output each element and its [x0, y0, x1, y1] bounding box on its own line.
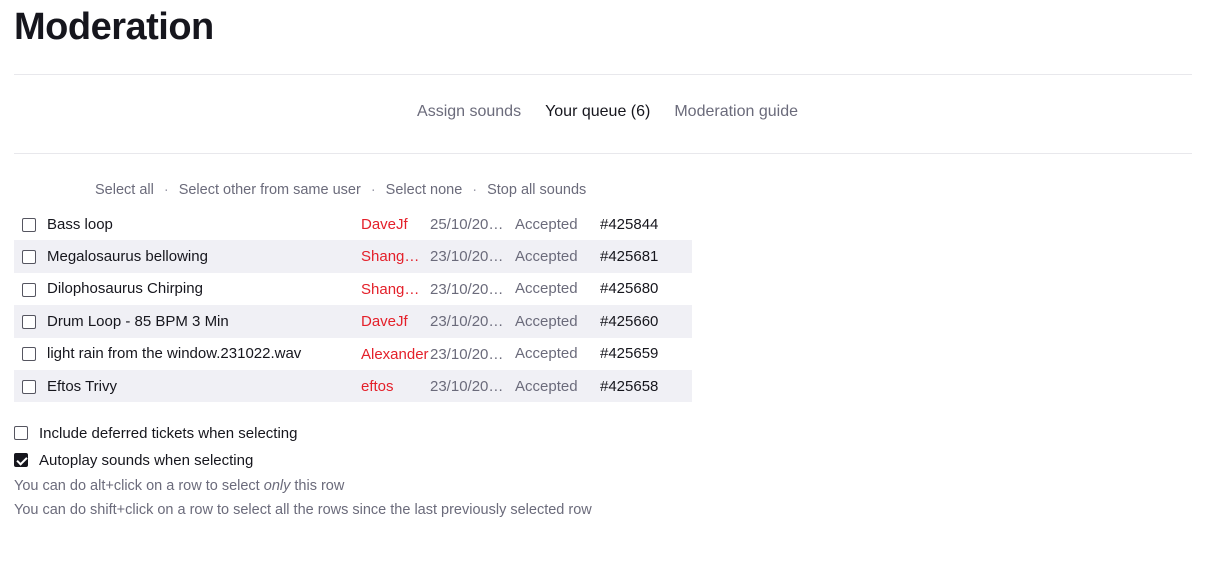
row-checkbox[interactable] — [22, 250, 36, 265]
sound-name: Eftos Trivy — [47, 377, 118, 395]
tab-your-queue[interactable]: Your queue (6) — [533, 103, 662, 121]
ticket-id-link[interactable]: #425659 — [600, 338, 692, 370]
include-deferred-option[interactable]: Include deferred tickets when selecting — [14, 423, 297, 443]
sound-name: Dilophosaurus Chirping — [47, 280, 203, 298]
usage-hints: You can do alt+click on a row to select … — [14, 477, 592, 525]
tabs-divider — [14, 153, 1192, 154]
sound-name: Drum Loop - 85 BPM 3 Min — [47, 312, 229, 330]
ticket-id-link[interactable]: #425658 — [600, 370, 692, 402]
ticket-id-link[interactable]: #425844 — [600, 208, 692, 240]
ticket-date: 23/10/2023 — [430, 280, 504, 298]
sound-name: Megalosaurus bellowing — [47, 248, 208, 266]
row-checkbox[interactable] — [22, 282, 36, 297]
ticket-id-link[interactable]: #425680 — [600, 273, 692, 305]
alt-click-hint: You can do alt+click on a row to select … — [14, 477, 592, 501]
table-row[interactable]: Drum Loop - 85 BPM 3 Min DaveJf 23/10/20… — [14, 305, 692, 338]
ticket-date: 25/10/2023 — [430, 215, 504, 233]
top-divider — [14, 74, 1192, 75]
ticket-status: Accepted — [515, 248, 578, 266]
username-link[interactable]: ShangAnh — [361, 248, 429, 265]
select-none-link[interactable]: Select none — [386, 182, 463, 198]
table-row[interactable]: light rain from the window.231022.wav Al… — [14, 338, 692, 370]
row-checkbox[interactable] — [22, 314, 36, 329]
tab-moderation-guide[interactable]: Moderation guide — [662, 103, 810, 121]
ticket-status: Accepted — [515, 345, 578, 363]
autoplay-label: Autoplay sounds when selecting — [39, 451, 254, 469]
username-link[interactable]: Alexander — [361, 346, 429, 363]
table-row[interactable]: Megalosaurus bellowing ShangAnh 23/10/20… — [14, 240, 692, 273]
ticket-date: 23/10/2023 — [430, 345, 504, 363]
include-deferred-checkbox[interactable] — [14, 426, 28, 440]
shift-click-hint: You can do shift+click on a row to selec… — [14, 502, 592, 518]
username-link[interactable]: eftos — [361, 378, 394, 395]
page-title: Moderation — [14, 6, 214, 48]
row-checkbox[interactable] — [22, 347, 36, 362]
stop-all-sounds-link[interactable]: Stop all sounds — [487, 182, 586, 198]
row-checkbox[interactable] — [22, 217, 36, 232]
ticket-date: 23/10/2023 — [430, 248, 504, 266]
autoplay-option[interactable]: Autoplay sounds when selecting — [14, 450, 297, 470]
username-link[interactable]: DaveJf — [361, 216, 408, 233]
separator: · — [472, 182, 478, 198]
alt-hint-prefix: You can do alt+click on a row to select — [14, 478, 264, 494]
selection-actions: Select all · Select other from same user… — [95, 182, 586, 198]
ticket-status: Accepted — [515, 215, 578, 233]
ticket-date: 23/10/2023 — [430, 377, 504, 395]
select-same-user-link[interactable]: Select other from same user — [179, 182, 361, 198]
autoplay-checkbox[interactable] — [14, 453, 28, 467]
alt-hint-suffix: this row — [290, 478, 345, 494]
table-row[interactable]: Eftos Trivy eftos 23/10/2023 Accepted #4… — [14, 369, 692, 403]
moderation-tabs: Assign sounds Your queue (6) Moderation … — [0, 103, 1215, 121]
username-link[interactable]: DaveJf — [361, 313, 408, 330]
include-deferred-label: Include deferred tickets when selecting — [39, 424, 298, 442]
table-row[interactable]: Bass loop DaveJf 25/10/2023 Accepted #42… — [14, 208, 692, 240]
moderation-page: Moderation Assign sounds Your queue (6) … — [0, 0, 1215, 586]
sound-name: Bass loop — [47, 215, 113, 233]
selection-options: Include deferred tickets when selecting … — [14, 423, 297, 477]
alt-hint-emphasis: only — [263, 478, 291, 494]
table-row[interactable]: Dilophosaurus Chirping ShangAnh 23/10/20… — [14, 273, 692, 305]
separator: · — [370, 182, 376, 198]
row-checkbox[interactable] — [22, 379, 36, 394]
ticket-id-link[interactable]: #425681 — [600, 240, 692, 272]
separator: · — [163, 182, 169, 198]
ticket-id-link[interactable]: #425660 — [600, 305, 692, 337]
username-link[interactable]: ShangAnh — [361, 281, 429, 298]
select-all-link[interactable]: Select all — [95, 182, 154, 198]
tab-assign-sounds[interactable]: Assign sounds — [405, 103, 533, 121]
ticket-date: 23/10/2023 — [430, 313, 504, 331]
ticket-queue-table: Bass loop DaveJf 25/10/2023 Accepted #42… — [14, 208, 692, 403]
sound-name: light rain from the window.231022.wav — [47, 345, 302, 363]
ticket-status: Accepted — [515, 377, 578, 395]
ticket-status: Accepted — [515, 280, 578, 298]
ticket-status: Accepted — [515, 312, 578, 330]
